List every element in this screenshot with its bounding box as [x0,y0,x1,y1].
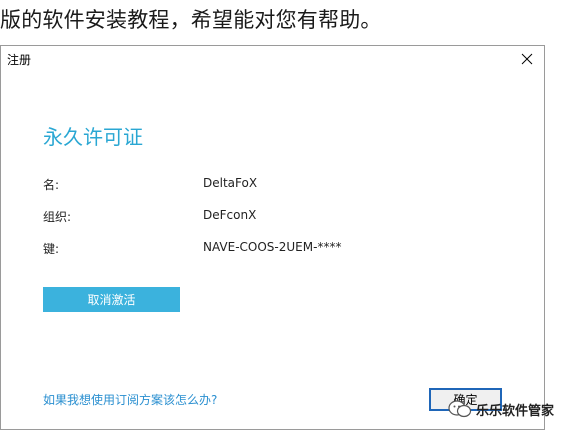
registration-dialog: 注册 永久许可证 名: DeltaFoX 组织: DeFconX 键: NAVE… [0,45,545,430]
watermark-text: 乐乐软件管家 [476,403,555,419]
name-value: DeltaFoX [203,176,258,190]
article-caption: 版的软件安装教程，希望能对您有帮助。 [0,8,382,32]
close-icon [521,53,533,65]
dialog-title: 注册 [7,53,32,67]
subscription-help-link[interactable]: 如果我想使用订阅方案该怎么办? [43,391,217,408]
key-label: 键: [43,242,60,256]
dialog-titlebar: 注册 [1,46,544,72]
organization-label: 组织: [43,210,72,224]
wechat-logo-icon [448,400,472,418]
license-heading: 永久许可证 [43,125,143,149]
organization-value: DeFconX [203,208,257,222]
close-button[interactable] [512,47,542,71]
deactivate-button[interactable]: 取消激活 [43,287,180,312]
name-label: 名: [43,178,60,192]
key-value: NAVE-COOS-2UEM-**** [203,240,342,254]
watermark: 乐乐软件管家 [448,396,574,422]
